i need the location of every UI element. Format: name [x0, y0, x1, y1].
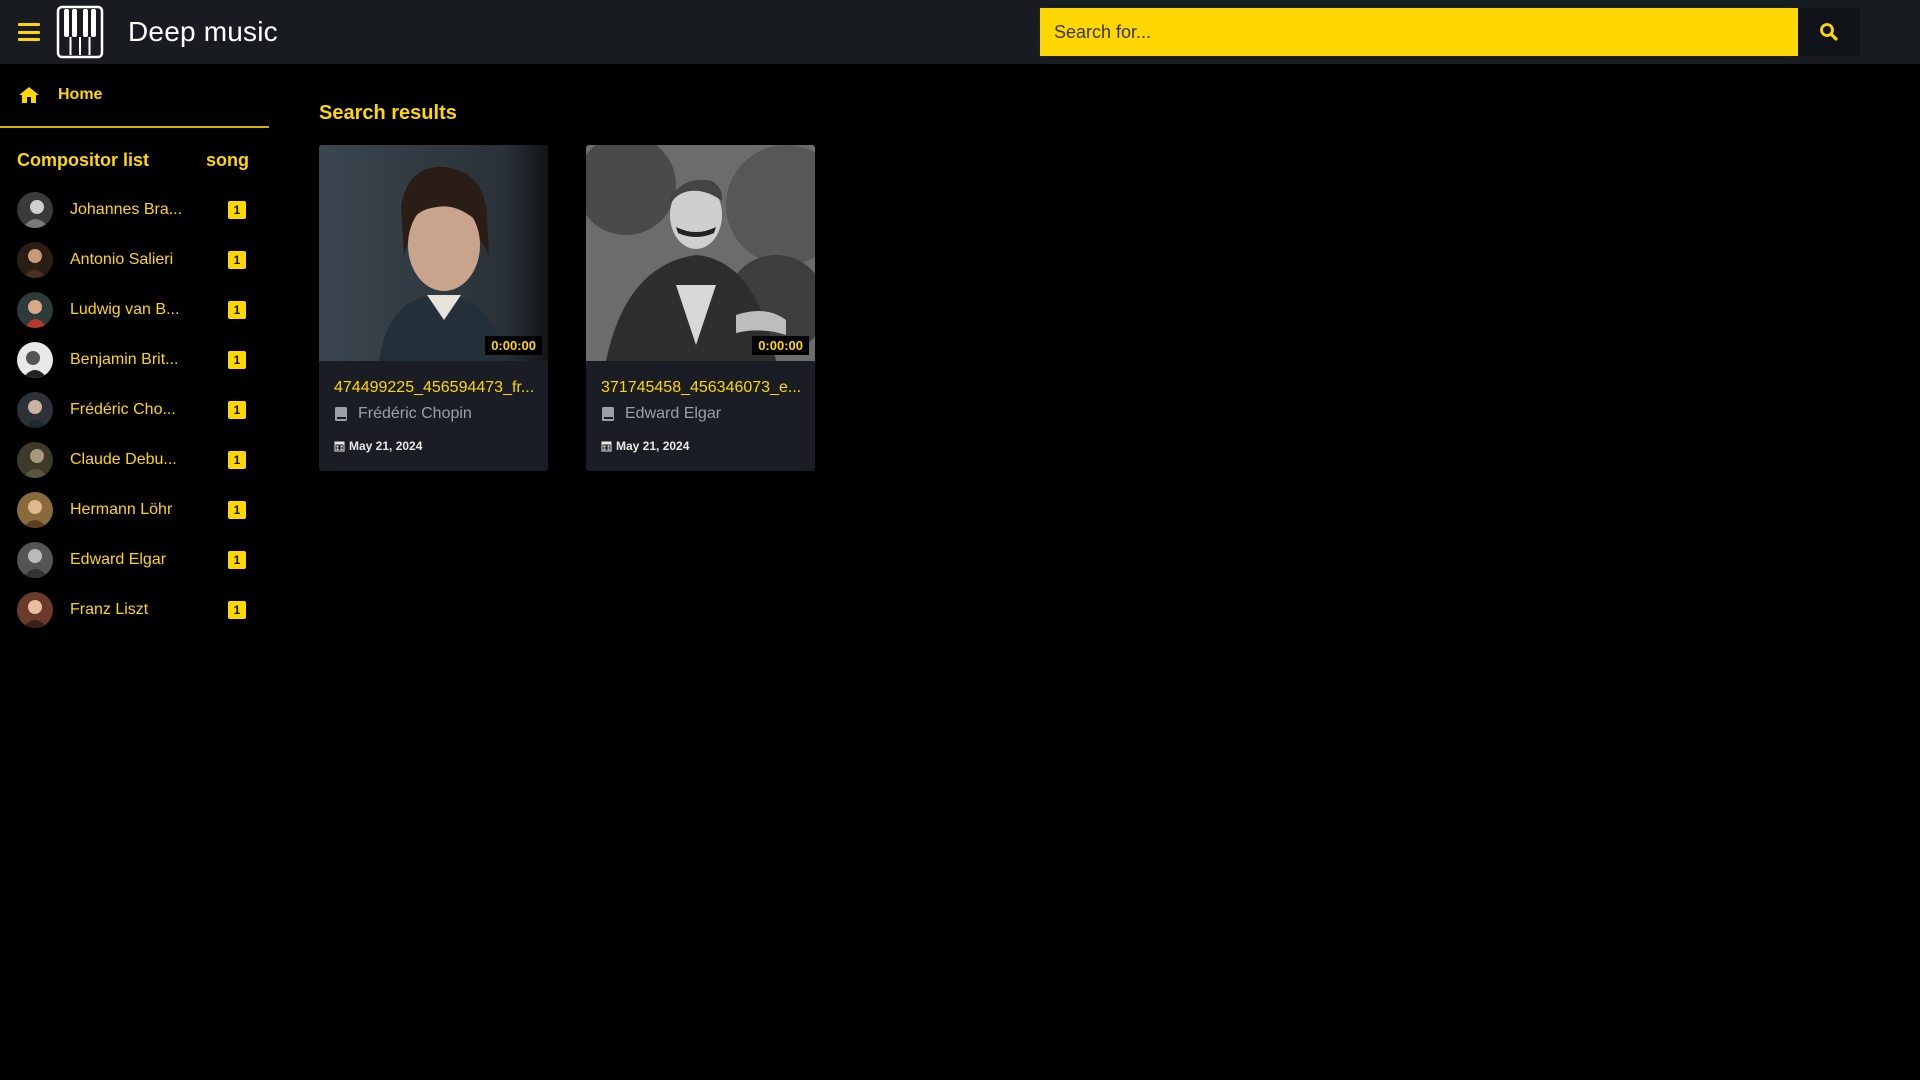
- search-input[interactable]: [1040, 8, 1798, 56]
- app-title[interactable]: Deep music: [128, 16, 278, 48]
- song-author[interactable]: Edward Elgar: [601, 405, 815, 423]
- composer-item[interactable]: Frédéric Cho... 1: [0, 385, 269, 435]
- song-thumbnail[interactable]: 0:00:00: [319, 145, 548, 361]
- avatar: [17, 542, 53, 578]
- sidebar: Home Compositor list song Johannes Bra..…: [0, 64, 269, 1080]
- song-count-badge: 1: [228, 551, 246, 569]
- composer-item[interactable]: Franz Liszt 1: [0, 585, 269, 635]
- compositor-list-title: Compositor list: [17, 150, 150, 170]
- song-date-label: May 21, 2024: [616, 439, 690, 453]
- composer-name: Claude Debu...: [70, 451, 177, 468]
- hamburger-menu-icon[interactable]: [18, 23, 40, 41]
- search-icon: [1820, 23, 1838, 41]
- song-author-label: Edward Elgar: [625, 405, 722, 422]
- compositor-list-header: Compositor list song: [0, 128, 269, 171]
- composer-name: Ludwig van B...: [70, 301, 180, 318]
- compositor-list: Johannes Bra... 1 Antonio Salieri 1 Ludw…: [0, 185, 269, 635]
- song-title[interactable]: 474499225_456594473_fr...: [334, 379, 548, 397]
- avatar: [17, 392, 53, 428]
- book-icon: [602, 407, 614, 421]
- search-button[interactable]: [1798, 8, 1860, 56]
- song-count-badge: 1: [228, 251, 246, 269]
- avatar: [17, 192, 53, 228]
- composer-name: Edward Elgar: [70, 551, 167, 568]
- song-count-badge: 1: [228, 401, 246, 419]
- piano-logo-icon[interactable]: [56, 5, 104, 59]
- song-column-label: song: [206, 150, 249, 170]
- composer-name: Frédéric Cho...: [70, 401, 176, 418]
- song-count-badge: 1: [228, 351, 246, 369]
- top-bar: Deep music: [0, 0, 1920, 64]
- composer-item[interactable]: Ludwig van B... 1: [0, 285, 269, 335]
- song-date: May 21, 2024: [334, 439, 548, 453]
- song-thumbnail[interactable]: 0:00:00: [586, 145, 815, 361]
- composer-item[interactable]: Benjamin Brit... 1: [0, 335, 269, 385]
- song-date: May 21, 2024: [601, 439, 815, 453]
- song-card[interactable]: 0:00:00 474499225_456594473_fr... Frédér…: [319, 145, 548, 471]
- composer-item[interactable]: Edward Elgar 1: [0, 535, 269, 585]
- results-grid: 0:00:00 474499225_456594473_fr... Frédér…: [319, 145, 815, 471]
- search-results-title: Search results: [319, 102, 457, 124]
- composer-name: Antonio Salieri: [70, 251, 174, 268]
- home-icon: [19, 87, 39, 103]
- composer-item[interactable]: Johannes Bra... 1: [0, 185, 269, 235]
- composer-name: Hermann Löhr: [70, 501, 173, 518]
- search-bar: [1040, 8, 1860, 56]
- avatar: [17, 592, 53, 628]
- composer-name: Johannes Bra...: [70, 201, 183, 218]
- composer-item[interactable]: Antonio Salieri 1: [0, 235, 269, 285]
- home-label: Home: [58, 86, 103, 103]
- avatar: [17, 242, 53, 278]
- composer-item[interactable]: Claude Debu... 1: [0, 435, 269, 485]
- composer-name: Benjamin Brit...: [70, 351, 179, 368]
- song-author[interactable]: Frédéric Chopin: [334, 405, 548, 423]
- calendar-icon: [601, 441, 612, 452]
- avatar: [17, 342, 53, 378]
- song-author-label: Frédéric Chopin: [358, 405, 472, 422]
- song-title[interactable]: 371745458_456346073_e...: [601, 379, 815, 397]
- song-count-badge: 1: [228, 451, 246, 469]
- composer-item[interactable]: Hermann Löhr 1: [0, 485, 269, 535]
- song-count-badge: 1: [228, 501, 246, 519]
- duration-badge: 0:00:00: [485, 336, 542, 355]
- calendar-icon: [334, 441, 345, 452]
- song-count-badge: 1: [228, 301, 246, 319]
- avatar: [17, 292, 53, 328]
- sidebar-item-home[interactable]: Home: [0, 64, 269, 128]
- avatar: [17, 442, 53, 478]
- book-icon: [335, 407, 347, 421]
- duration-badge: 0:00:00: [752, 336, 809, 355]
- song-date-label: May 21, 2024: [349, 439, 423, 453]
- avatar: [17, 492, 53, 528]
- composer-name: Franz Liszt: [70, 601, 149, 618]
- song-card[interactable]: 0:00:00 371745458_456346073_e... Edward …: [586, 145, 815, 471]
- song-count-badge: 1: [228, 201, 246, 219]
- song-count-badge: 1: [228, 601, 246, 619]
